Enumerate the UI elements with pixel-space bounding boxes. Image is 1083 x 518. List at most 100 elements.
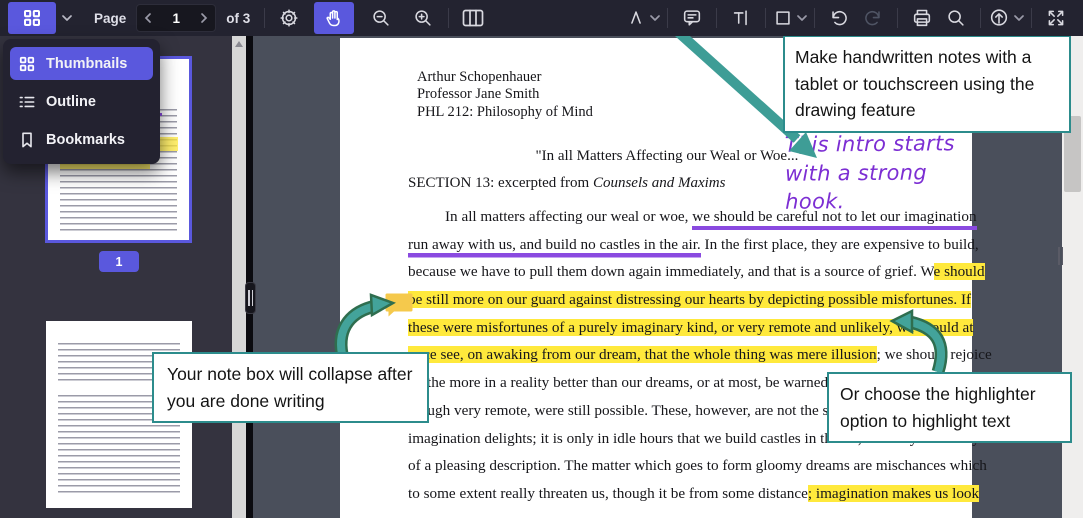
divider [264,8,266,28]
zoom-out-button[interactable] [364,2,398,34]
text-insert-icon [733,10,747,26]
document-text: ; we should rejoice [876,346,992,364]
document-header: Arthur Schopenhauer Professor Jane Smith… [417,69,593,121]
chevron-right-icon [201,13,208,23]
menu-item-bookmarks[interactable]: Bookmarks [10,123,153,156]
section-prefix: SECTION 13: excerpted from [408,175,593,191]
callout-highlighter: Or choose the highlighter option to high… [827,372,1072,444]
menu-item-outline[interactable]: Outline [10,85,153,118]
redo-button[interactable] [856,2,890,34]
menu-item-label: Outline [46,93,96,110]
document-text: of a pleasing description. The matter wh… [408,457,987,475]
document-text: In the first place, they are expensive t… [700,235,979,253]
draw-pen-button[interactable] [626,2,660,34]
chevron-down-icon [62,15,72,21]
divider [897,8,898,28]
redo-icon [865,11,880,26]
highlight-annotation: e should [933,263,985,281]
hand-pan-icon [326,10,340,27]
undo-button[interactable] [822,2,856,34]
page-number-input[interactable]: 1 [159,11,193,26]
text-insert-button[interactable] [724,2,758,34]
divider [765,8,766,28]
menu-item-label: Thumbnails [46,55,128,72]
panel-menu-chevron[interactable] [56,2,78,34]
toolbar-right-group [626,2,1073,34]
draw-pen-icon [631,11,641,24]
divider [1031,8,1032,28]
author-line: Arthur Schopenhauer [417,69,542,85]
menu-item-thumbnails[interactable]: Thumbnails [10,47,153,80]
divider [448,8,450,28]
export-upload-icon [990,9,1008,26]
ink-underline-annotation: run away with us, and build no castles i… [408,235,701,258]
thumbnail-page-badge: 1 [99,251,139,272]
author-line: Professor Jane Smith [417,86,540,103]
thumbnails-grid-icon [24,10,40,26]
comment-note-button[interactable] [675,2,709,34]
document-line: these were misfortunes of a purely imagi… [408,318,992,347]
handwriting-line: This intro starts [784,131,955,157]
menu-item-label: Bookmarks [46,131,125,148]
callout-drawing-feature: Make handwritten notes with a tablet or … [783,35,1071,133]
chevron-left-icon [145,13,152,23]
print-icon [913,9,931,27]
settings-gear-icon [280,9,298,27]
page-previous-button[interactable] [137,12,159,24]
chevron-down-icon [797,15,807,21]
highlight-annotation: once see, on awaking from our dream, tha… [408,346,877,364]
thumbnails-grid-icon [19,56,35,71]
highlight-annotation: ; imagination makes us look [807,484,980,502]
export-button[interactable] [988,2,1024,34]
divider [980,8,981,28]
fullscreen-button[interactable] [1039,2,1073,34]
document-line: be still more on our guard against distr… [408,291,992,319]
panel-resize-grip[interactable] [245,282,256,314]
shape-rectangle-button[interactable] [773,2,807,34]
scroll-up-arrow-icon [235,41,243,47]
handwriting-line: hook. [785,189,845,214]
shape-rectangle-icon [776,11,790,25]
callout-note-box: Your note box will collapse after you ar… [152,352,429,424]
document-line: to some extent really threaten us, thoug… [408,484,992,513]
hand-pan-button[interactable] [314,2,355,34]
fullscreen-expand-icon [1048,10,1064,26]
print-button[interactable] [905,2,939,34]
document-section-line: SECTION 13: excerpted from Counsels and … [408,175,725,192]
toolbar-left-group: Page 1 of 3 [0,2,490,34]
view-selector-menu: Thumbnails Outline Bookmarks [3,39,160,164]
search-button[interactable] [939,2,973,34]
divider [716,8,717,28]
document-line: run away with us, and build no castles i… [408,235,992,264]
chevron-down-icon [650,15,660,21]
search-icon [948,10,964,26]
section-work-title: Counsels and Maxims [592,175,726,191]
page-layout-columns-icon [462,9,484,27]
document-line: of a pleasing description. The matter wh… [408,457,992,485]
panel-splitter[interactable] [246,36,253,518]
zoom-out-icon [373,10,389,26]
document-line: because we have to pull them down again … [408,263,992,291]
highlight-annotation: these were misfortunes of a purely imagi… [408,318,974,336]
highlight-annotation: be still more on our guard against distr… [408,291,972,309]
chevron-down-icon [1014,15,1024,21]
document-line: once see, on awaking from our dream, tha… [408,346,992,374]
undo-icon [832,11,847,26]
handwriting-line: with a strong [784,160,928,186]
divider [667,8,668,28]
zoom-in-button[interactable] [406,2,440,34]
page-navigator: 1 [136,4,217,32]
handwritten-ink-note[interactable]: This intro starts with a strong hook. [785,129,956,216]
comment-note-icon [683,10,701,26]
page-layout-button[interactable] [456,2,490,34]
sticky-note-comment-icon[interactable] [384,292,414,325]
thumbnails-panel-button[interactable] [8,2,56,34]
page-next-button[interactable] [193,12,215,24]
outline-list-icon [19,96,35,107]
bookmark-icon [22,132,32,147]
divider [814,8,815,28]
settings-button[interactable] [272,2,306,34]
thumbnail-panel-scrollbar[interactable] [232,36,246,518]
scrollbar-resize-grip[interactable] [1056,245,1065,267]
zoom-in-icon [415,10,431,26]
